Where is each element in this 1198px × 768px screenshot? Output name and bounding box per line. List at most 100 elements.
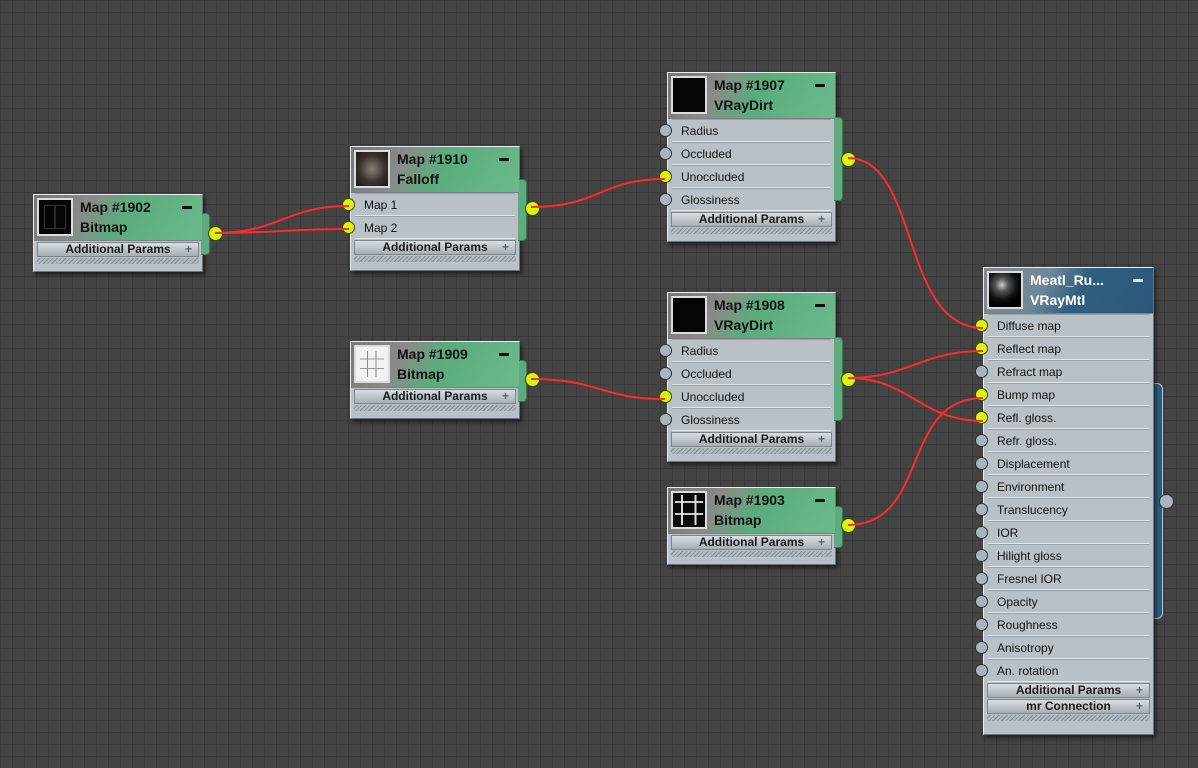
slot-refl-gloss[interactable]: Refl. gloss. — [975, 406, 1149, 429]
slate-material-editor-canvas[interactable]: Map #1902 Bitmap Additional Params + Map … — [0, 0, 1198, 768]
slot-occluded[interactable]: Occluded — [659, 362, 831, 385]
slot-refr-gloss[interactable]: Refr. gloss. — [975, 429, 1149, 452]
input-port[interactable] — [975, 549, 988, 562]
input-port[interactable] — [975, 319, 988, 332]
resize-grip[interactable] — [354, 405, 516, 411]
minimize-icon[interactable] — [1133, 279, 1143, 282]
node-map-1908[interactable]: Map #1908 VRayDirt Radius Occluded Unocc… — [659, 292, 856, 462]
resize-grip[interactable] — [987, 715, 1150, 721]
slot-glossiness[interactable]: Glossiness — [659, 408, 831, 431]
slot-opacity[interactable]: Opacity — [975, 590, 1149, 613]
input-port[interactable] — [975, 664, 988, 677]
slot-radius[interactable]: Radius — [659, 119, 831, 142]
slot-diffuse-map[interactable]: Diffuse map — [975, 314, 1149, 337]
additional-params-rollout[interactable]: Additional Params + — [671, 535, 832, 550]
input-port[interactable] — [975, 641, 988, 654]
input-port[interactable] — [975, 480, 988, 493]
additional-params-rollout[interactable]: Additional Params + — [671, 212, 832, 227]
node-map-1903[interactable]: Map #1903 Bitmap Additional Params + — [667, 487, 856, 565]
input-port[interactable] — [659, 193, 672, 206]
input-port[interactable] — [342, 198, 355, 211]
node-header[interactable]: Map #1907 VRayDirt — [668, 73, 835, 119]
minimize-icon[interactable] — [499, 353, 509, 356]
additional-params-rollout[interactable]: Additional Params + — [671, 432, 832, 447]
output-port[interactable] — [208, 226, 223, 241]
resize-grip[interactable] — [37, 258, 199, 264]
slot-environment[interactable]: Environment — [975, 475, 1149, 498]
slot-occluded[interactable]: Occluded — [659, 142, 831, 165]
input-port[interactable] — [659, 344, 672, 357]
input-port[interactable] — [975, 618, 988, 631]
slot-map-2[interactable]: Map 2 — [342, 216, 515, 239]
input-port[interactable] — [659, 390, 672, 403]
node-header[interactable]: Map #1902 Bitmap — [34, 195, 202, 241]
node-vraymtl-material[interactable]: Meatl_Ru... VRayMtl Diffuse map Reflect … — [975, 267, 1174, 735]
wire-1910-to-1907-unoccluded[interactable] — [530, 178, 666, 208]
input-port[interactable] — [975, 411, 988, 424]
input-port[interactable] — [659, 147, 672, 160]
input-port[interactable] — [975, 457, 988, 470]
slot-hilight-gloss[interactable]: Hilight gloss — [975, 544, 1149, 567]
slot-bump-map[interactable]: Bump map — [975, 383, 1149, 406]
minimize-icon[interactable] — [182, 206, 192, 209]
material-output-port[interactable] — [1159, 494, 1174, 509]
mr-connection-rollout[interactable]: mr Connection + — [987, 699, 1150, 714]
wire-1902-to-map2[interactable] — [214, 228, 350, 234]
slot-fresnel-ior[interactable]: Fresnel IOR — [975, 567, 1149, 590]
slot-glossiness[interactable]: Glossiness — [659, 188, 831, 211]
additional-params-rollout[interactable]: Additional Params + — [987, 683, 1150, 698]
input-port[interactable] — [975, 342, 988, 355]
node-map-1907[interactable]: Map #1907 VRayDirt Radius Occluded Unocc… — [659, 72, 856, 242]
output-port[interactable] — [841, 518, 856, 533]
node-header[interactable]: Map #1908 VRayDirt — [668, 293, 835, 339]
input-port[interactable] — [975, 388, 988, 401]
wire-1909-to-1908-unoccluded[interactable] — [530, 378, 666, 400]
input-port[interactable] — [659, 124, 672, 137]
input-port[interactable] — [659, 170, 672, 183]
slot-map-1[interactable]: Map 1 — [342, 193, 515, 216]
node-header[interactable]: Map #1909 Bitmap — [351, 342, 519, 388]
input-port[interactable] — [975, 503, 988, 516]
wire-1907-to-diffuse[interactable] — [847, 157, 984, 329]
output-port[interactable] — [525, 201, 540, 216]
slot-anisotropy[interactable]: Anisotropy — [975, 636, 1149, 659]
wire-1902-to-map1[interactable] — [214, 205, 350, 234]
slot-refract-map[interactable]: Refract map — [975, 360, 1149, 383]
node-map-1902[interactable]: Map #1902 Bitmap Additional Params + — [33, 194, 223, 272]
slot-an-rotation[interactable]: An. rotation — [975, 659, 1149, 682]
node-header[interactable]: Map #1910 Falloff — [351, 147, 519, 193]
wire-1903-to-bump[interactable] — [847, 397, 984, 526]
minimize-icon[interactable] — [499, 158, 509, 161]
output-port[interactable] — [525, 372, 540, 387]
minimize-icon[interactable] — [815, 304, 825, 307]
input-port[interactable] — [659, 367, 672, 380]
slot-ior[interactable]: IOR — [975, 521, 1149, 544]
slot-unoccluded[interactable]: Unoccluded — [659, 165, 831, 188]
input-port[interactable] — [975, 365, 988, 378]
node-header[interactable]: Map #1903 Bitmap — [668, 488, 835, 534]
node-map-1910[interactable]: Map #1910 Falloff Map 1 Map 2 Additional… — [342, 146, 540, 271]
resize-grip[interactable] — [354, 256, 516, 262]
input-port[interactable] — [659, 413, 672, 426]
slot-displacement[interactable]: Displacement — [975, 452, 1149, 475]
additional-params-rollout[interactable]: Additional Params + — [37, 242, 199, 257]
wire-1908-to-reflect[interactable] — [847, 350, 984, 379]
resize-grip[interactable] — [671, 448, 832, 454]
input-port[interactable] — [975, 434, 988, 447]
slot-reflect-map[interactable]: Reflect map — [975, 337, 1149, 360]
node-header[interactable]: Meatl_Ru... VRayMtl — [984, 268, 1153, 314]
slot-radius[interactable]: Radius — [659, 339, 831, 362]
output-port[interactable] — [841, 372, 856, 387]
slot-unoccluded[interactable]: Unoccluded — [659, 385, 831, 408]
slot-roughness[interactable]: Roughness — [975, 613, 1149, 636]
minimize-icon[interactable] — [815, 499, 825, 502]
node-map-1909[interactable]: Map #1909 Bitmap Additional Params + — [350, 341, 540, 419]
wire-1908-to-refl-gloss[interactable] — [847, 377, 984, 422]
input-port[interactable] — [342, 221, 355, 234]
additional-params-rollout[interactable]: Additional Params + — [354, 389, 516, 404]
input-port[interactable] — [975, 572, 988, 585]
resize-grip[interactable] — [671, 228, 832, 234]
input-port[interactable] — [975, 595, 988, 608]
resize-grip[interactable] — [671, 551, 832, 557]
slot-translucency[interactable]: Translucency — [975, 498, 1149, 521]
